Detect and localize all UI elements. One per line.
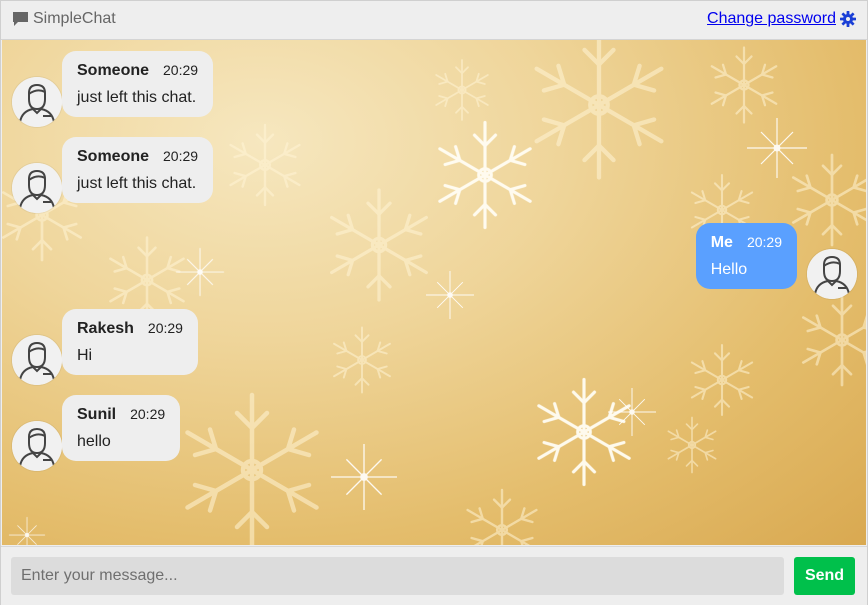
message-text: just left this chat. <box>77 175 197 192</box>
header-bar: SimpleChat Change password <box>1 1 867 40</box>
sender-name: Sunil <box>77 406 117 423</box>
message-input[interactable] <box>11 557 784 595</box>
message-row: Sunil 20:29 hello <box>12 395 181 471</box>
sender-name: Rakesh <box>77 320 134 337</box>
chat-bubble-icon <box>13 12 28 26</box>
message-row: Rakesh 20:29 Hi <box>12 309 198 385</box>
brand-name: SimpleChat <box>33 10 116 27</box>
avatar <box>12 421 62 471</box>
message-text: Hi <box>77 347 93 364</box>
brand: SimpleChat <box>12 10 116 28</box>
message-text: just left this chat. <box>77 89 197 106</box>
message-row-own: Me 20:29 Hello <box>695 223 857 299</box>
message-bubble-own: Me 20:29 Hello <box>695 223 797 289</box>
message-time: 20:29 <box>163 62 199 78</box>
sender-name: Me <box>710 234 733 251</box>
message-bubble: Someone 20:29 just left this chat. <box>62 137 214 203</box>
composer-bar: Send <box>1 546 867 605</box>
message-time: 20:29 <box>130 406 166 422</box>
gear-icon <box>840 11 856 27</box>
sender-name: Someone <box>77 62 150 79</box>
message-row: Someone 20:29 just left this chat. <box>12 51 214 127</box>
message-time: 20:29 <box>746 234 782 250</box>
avatar <box>12 335 62 385</box>
user-avatar-icon <box>12 335 62 385</box>
message-text: hello <box>77 433 111 450</box>
change-password-label: Change password <box>707 10 836 27</box>
chat-app-window: SimpleChat Change password Someone 20:29… <box>0 0 868 605</box>
change-password-link[interactable]: Change password <box>707 10 856 28</box>
message-bubble: Rakesh 20:29 Hi <box>62 309 198 375</box>
user-avatar-icon <box>807 249 857 299</box>
avatar <box>807 249 857 299</box>
message-time: 20:29 <box>147 320 183 336</box>
send-button[interactable]: Send <box>794 557 855 595</box>
user-avatar-icon <box>12 421 62 471</box>
message-bubble: Someone 20:29 just left this chat. <box>62 51 214 117</box>
message-time: 20:29 <box>163 148 199 164</box>
user-avatar-icon <box>12 77 62 127</box>
message-row: Someone 20:29 just left this chat. <box>12 137 214 213</box>
message-text: Hello <box>710 261 748 278</box>
message-list[interactable]: Someone 20:29 just left this chat. Someo… <box>2 40 866 545</box>
user-avatar-icon <box>12 163 62 213</box>
avatar <box>12 77 62 127</box>
avatar <box>12 163 62 213</box>
message-bubble: Sunil 20:29 hello <box>62 395 181 461</box>
sender-name: Someone <box>77 148 150 165</box>
